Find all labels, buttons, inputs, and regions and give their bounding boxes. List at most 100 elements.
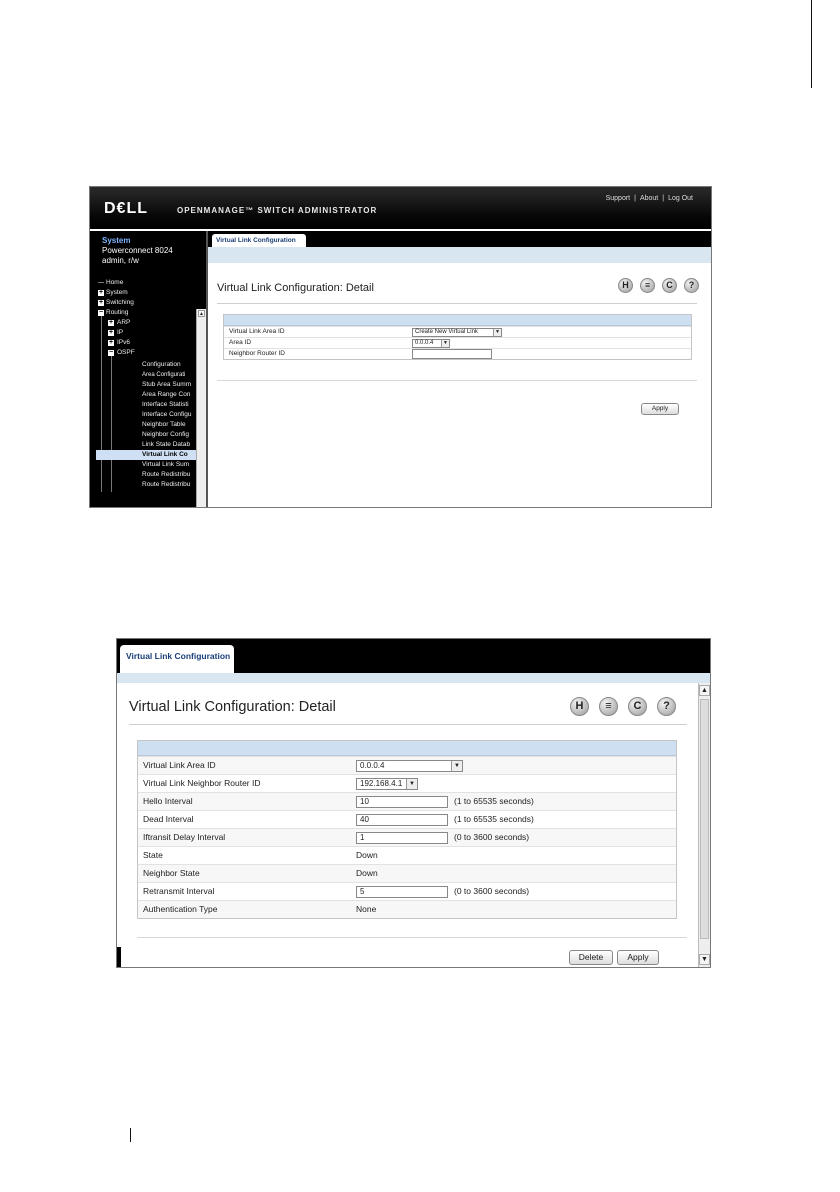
expand-icon[interactable]: + bbox=[98, 299, 104, 306]
help-icon[interactable]: ? bbox=[657, 697, 676, 716]
iftransit-delay-input[interactable]: 1 bbox=[356, 831, 448, 844]
header-links: Support | About | Log Out bbox=[606, 195, 693, 202]
tree-item-virtual-link-summary[interactable]: Virtual Link Sum bbox=[142, 460, 189, 470]
panel-edge-marker bbox=[117, 947, 121, 967]
select-value: 0.0.0.4 bbox=[415, 340, 434, 346]
scroll-up-icon[interactable]: ▲ bbox=[198, 310, 205, 317]
scroll-up-icon[interactable]: ▲ bbox=[699, 685, 710, 696]
row-label: Iftransit Delay Interval bbox=[143, 832, 226, 842]
help-icon[interactable]: ? bbox=[684, 278, 699, 293]
support-link[interactable]: Support bbox=[606, 195, 631, 202]
row-label: Dead Interval bbox=[143, 814, 194, 824]
tree-item-interface-statistics[interactable]: Interface Statisti bbox=[142, 400, 189, 410]
virtual-link-area-id-select[interactable]: Create New Virtual Link ▼ bbox=[412, 328, 502, 337]
tree-item-configuration[interactable]: Configuration bbox=[142, 360, 181, 370]
content-vertical-scrollbar[interactable]: ▲ ▼ bbox=[698, 683, 710, 967]
tab-virtual-link-configuration[interactable]: Virtual Link Configuration bbox=[120, 645, 234, 673]
refresh-icon[interactable]: C bbox=[662, 278, 677, 293]
select-value: 192.168.4.1 bbox=[360, 778, 403, 788]
expand-icon[interactable]: + bbox=[108, 339, 114, 346]
tree-line bbox=[111, 356, 112, 492]
tree-item-stub-area-summary[interactable]: Stub Area Summ bbox=[142, 380, 191, 390]
range-hint: (0 to 3600 seconds) bbox=[454, 886, 530, 896]
device-model: Powerconnect 8024 bbox=[102, 246, 173, 255]
tree-item-system[interactable]: System bbox=[106, 288, 128, 298]
table-row: Iftransit Delay Interval 1 (0 to 3600 se… bbox=[138, 828, 676, 846]
tree-item-ospf[interactable]: OSPF bbox=[117, 348, 135, 358]
screenshot-virtual-link-detail: Virtual Link Configuration Virtual Link … bbox=[116, 638, 711, 968]
tree-item-switching[interactable]: Switching bbox=[106, 298, 134, 308]
delete-button[interactable]: Delete bbox=[569, 950, 613, 965]
neighbor-router-id-input[interactable] bbox=[412, 349, 492, 359]
table-row: Virtual Link Area ID 0.0.0.4 ▼ bbox=[138, 756, 676, 774]
dead-interval-input[interactable]: 40 bbox=[356, 813, 448, 826]
system-heading[interactable]: System bbox=[102, 236, 173, 246]
navigation-sidebar: System Powerconnect 8024 admin, r/w Home… bbox=[90, 231, 206, 507]
config-form-table: Virtual Link Area ID 0.0.0.4 ▼ Virtual Li… bbox=[137, 740, 677, 919]
content-panel: Virtual Link Configuration: Detail H ≡ C… bbox=[117, 683, 698, 967]
tree-item-link-state-database[interactable]: Link State Datab bbox=[142, 440, 190, 450]
table-row: State Down bbox=[138, 846, 676, 864]
divider bbox=[129, 724, 687, 725]
chevron-down-icon: ▼ bbox=[441, 340, 449, 347]
scroll-down-icon[interactable]: ▼ bbox=[699, 954, 710, 965]
content-panel: Virtual Link Configuration: Detail H ≡ C… bbox=[208, 263, 711, 507]
navigation-tree: Home + System + Switching − Routing + AR… bbox=[96, 278, 200, 492]
tree-item-virtual-link-configuration[interactable]: Virtual Link Co bbox=[96, 450, 200, 460]
retransmit-interval-input[interactable]: 5 bbox=[356, 885, 448, 898]
print-icon[interactable]: ≡ bbox=[640, 278, 655, 293]
row-label: Area ID bbox=[229, 339, 252, 346]
tree-item-interface-configuration[interactable]: Interface Configu bbox=[142, 410, 192, 420]
hello-interval-input[interactable]: 10 bbox=[356, 795, 448, 808]
tree-item-area-range[interactable]: Area Range Con bbox=[142, 390, 190, 400]
tree-item-ipv6[interactable]: IPv6 bbox=[117, 338, 130, 348]
tree-item-ip[interactable]: IP bbox=[117, 328, 123, 338]
save-icon[interactable]: H bbox=[618, 278, 633, 293]
virtual-link-area-id-select[interactable]: 0.0.0.4 ▼ bbox=[356, 759, 463, 772]
select-value: Create New Virtual Link bbox=[415, 329, 478, 335]
tree-item-neighbor-configuration[interactable]: Neighbor Config bbox=[142, 430, 189, 440]
screenshot-virtual-link-create: D€LL OPENMANAGE™ SWITCH ADMINISTRATOR Su… bbox=[89, 186, 712, 508]
app-title: OPENMANAGE™ SWITCH ADMINISTRATOR bbox=[177, 206, 378, 215]
expand-icon[interactable]: + bbox=[108, 329, 114, 336]
select-value: 0.0.0.4 bbox=[360, 760, 385, 770]
area-id-select[interactable]: 0.0.0.4 ▼ bbox=[412, 339, 450, 348]
page-margin-rule bbox=[130, 1128, 131, 1142]
logout-link[interactable]: Log Out bbox=[668, 195, 693, 202]
row-label: Virtual Link Neighbor Router ID bbox=[143, 778, 261, 788]
expand-icon[interactable]: + bbox=[98, 289, 104, 296]
page-title: Virtual Link Configuration: Detail bbox=[217, 282, 374, 294]
print-icon[interactable]: ≡ bbox=[599, 697, 618, 716]
sidebar-vertical-scrollbar[interactable]: ▲ ▼ bbox=[196, 309, 206, 507]
expand-icon[interactable]: + bbox=[108, 319, 114, 326]
row-label: State bbox=[143, 850, 163, 860]
apply-button[interactable]: Apply bbox=[617, 950, 659, 965]
refresh-icon[interactable]: C bbox=[628, 697, 647, 716]
tree-item-area-configuration[interactable]: Area Configurati bbox=[142, 370, 185, 380]
divider bbox=[137, 937, 687, 938]
tree-item-arp[interactable]: ARP bbox=[117, 318, 130, 328]
tree-line bbox=[98, 282, 104, 283]
system-info: System Powerconnect 8024 admin, r/w bbox=[102, 236, 173, 266]
table-row: Hello Interval 10 (1 to 65535 seconds) bbox=[138, 792, 676, 810]
row-label: Virtual Link Area ID bbox=[143, 760, 216, 770]
state-value: Down bbox=[356, 850, 378, 860]
tree-item-routing[interactable]: Routing bbox=[106, 308, 128, 318]
neighbor-router-id-select[interactable]: 192.168.4.1 ▼ bbox=[356, 777, 418, 790]
tree-item-neighbor-table[interactable]: Neighbor Table bbox=[142, 420, 186, 430]
about-link[interactable]: About bbox=[640, 195, 658, 202]
range-hint: (1 to 65535 seconds) bbox=[454, 796, 534, 806]
tree-item-route-redistribution-summary[interactable]: Route Redistribu bbox=[142, 480, 190, 490]
range-hint: (0 to 3600 seconds) bbox=[454, 832, 530, 842]
divider bbox=[217, 303, 697, 304]
tree-item-home[interactable]: Home bbox=[106, 278, 123, 288]
neighbor-state-value: Down bbox=[356, 868, 378, 878]
save-icon[interactable]: H bbox=[570, 697, 589, 716]
tree-line bbox=[101, 316, 102, 492]
table-header bbox=[224, 315, 691, 326]
page-toolbar: H ≡ C ? bbox=[570, 697, 676, 716]
apply-button[interactable]: Apply bbox=[641, 403, 679, 415]
tab-subbar bbox=[117, 673, 710, 683]
scrollbar-thumb[interactable] bbox=[700, 699, 709, 939]
tree-item-route-redistribution[interactable]: Route Redistribu bbox=[142, 470, 190, 480]
